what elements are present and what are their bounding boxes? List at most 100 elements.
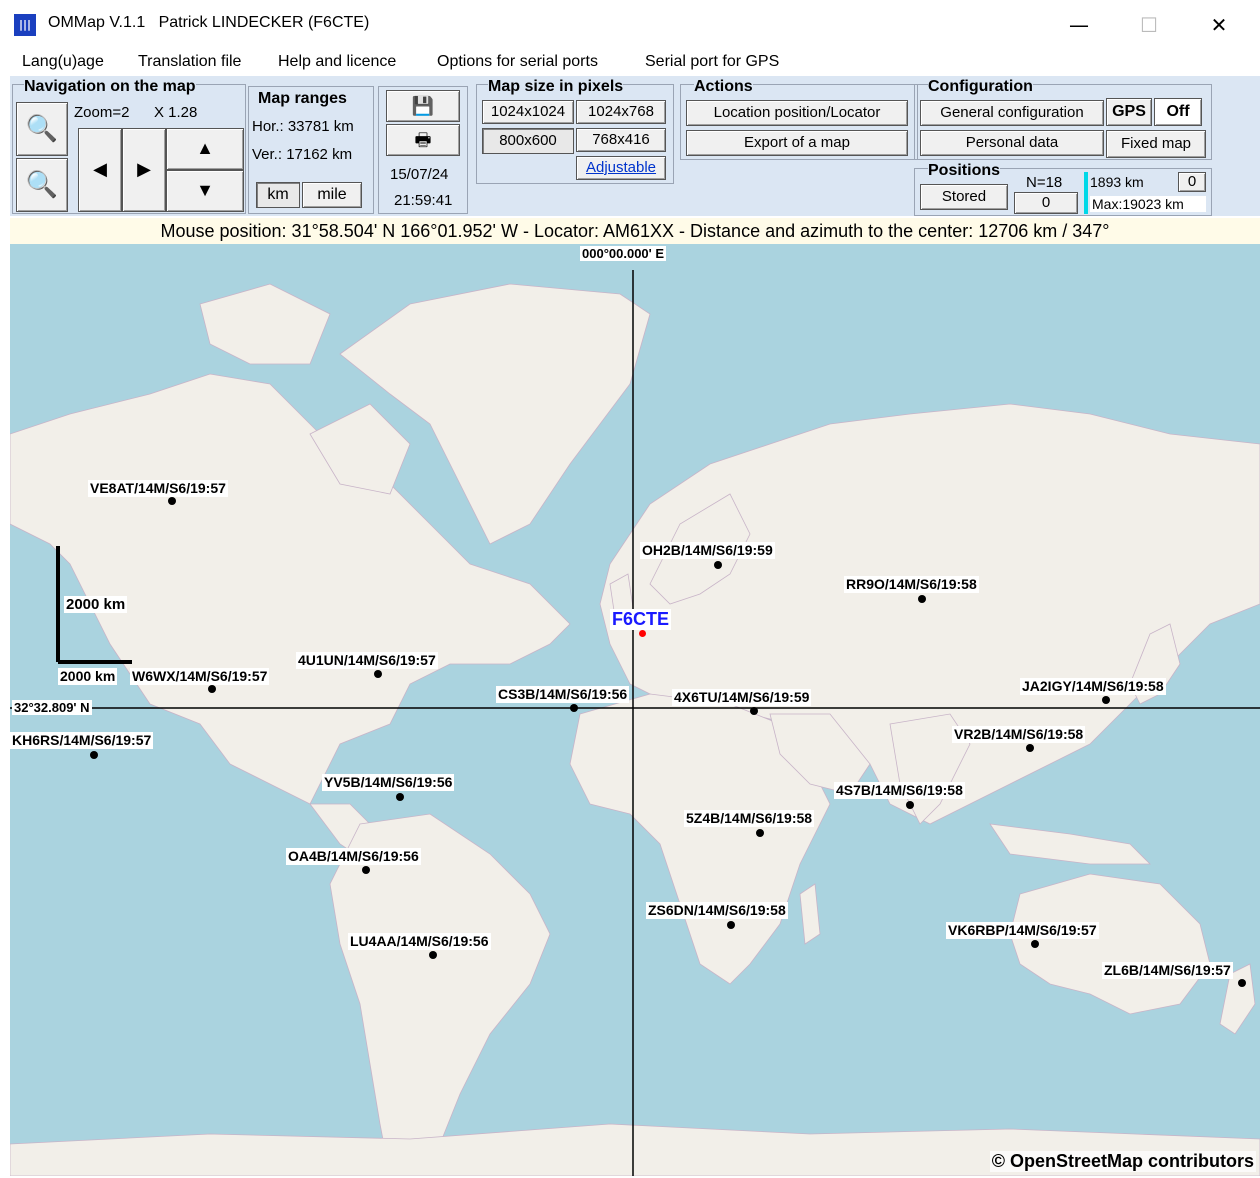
pan-left-button[interactable]: ◀	[78, 128, 122, 212]
app-icon: |||	[14, 14, 36, 36]
station-marker[interactable]	[714, 561, 722, 569]
station-marker[interactable]	[396, 793, 404, 801]
distance-zero-button[interactable]: 0	[1178, 172, 1206, 192]
station-label: 4X6TU/14M/S6/19:59	[672, 689, 812, 706]
print-icon: 🖶	[414, 130, 432, 150]
station-marker[interactable]	[1102, 696, 1110, 704]
station-marker[interactable]	[1238, 979, 1246, 987]
navigation-title: Navigation on the map	[24, 78, 196, 96]
station-marker[interactable]	[750, 707, 758, 715]
menu-serial-ports[interactable]: Options for serial ports	[437, 53, 598, 71]
world-map[interactable]: 000°00.000' E 32°32.809' N 2000 km 2000 …	[10, 244, 1260, 1176]
size-800x600-button[interactable]: 800x600	[482, 128, 574, 154]
window-title: OMMap V.1.1 Patrick LINDECKER (F6CTE)	[48, 14, 370, 31]
menu-help-licence[interactable]: Help and licence	[278, 53, 396, 71]
zoom-out-button[interactable]: 🔍	[16, 158, 68, 212]
pan-up-button[interactable]: ▲	[166, 128, 244, 170]
station-marker[interactable]	[90, 751, 98, 759]
station-marker[interactable]	[374, 670, 382, 678]
zoom-in-icon: 🔍	[25, 113, 59, 143]
actions-title: Actions	[694, 78, 753, 96]
personal-data-button[interactable]: Personal data	[920, 130, 1104, 156]
station-label: 4S7B/14M/S6/19:58	[834, 782, 965, 799]
positions-count: N=18	[1026, 174, 1063, 191]
export-map-button[interactable]: Export of a map	[686, 130, 908, 156]
land-indonesia	[989, 823, 1151, 865]
gps-button[interactable]: GPS	[1106, 98, 1152, 126]
maximize-button[interactable]: ☐	[1126, 8, 1172, 42]
station-label: ZL6B/14M/S6/19:57	[1102, 962, 1233, 979]
size-adjustable-button[interactable]: Adjustable	[576, 156, 666, 180]
station-label: W6WX/14M/S6/19:57	[130, 668, 270, 685]
station-label: RR9O/14M/S6/19:58	[844, 576, 979, 593]
close-button[interactable]: ✕	[1196, 8, 1242, 42]
station-label: JA2IGY/14M/S6/19:58	[1020, 678, 1166, 695]
map-attribution: © OpenStreetMap contributors	[989, 1151, 1256, 1172]
date-display: 15/07/24	[390, 166, 449, 183]
horizontal-scale-label: 2000 km	[58, 668, 118, 685]
station-marker[interactable]	[429, 951, 437, 959]
vertical-range: Ver.: 17162 km	[252, 146, 353, 163]
horizontal-range: Hor.: 33781 km	[252, 118, 354, 135]
meridian-label: 000°00.000' E	[580, 246, 667, 261]
location-locator-button[interactable]: Location position/Locator	[686, 100, 908, 126]
pan-down-button[interactable]: ▼	[166, 170, 244, 212]
station-label: YV5B/14M/S6/19:56	[322, 774, 455, 791]
title-bar: ||| OMMap V.1.1 Patrick LINDECKER (F6CTE…	[0, 0, 1260, 50]
land-australia	[1009, 873, 1211, 1015]
distance-color-bar	[1084, 172, 1088, 214]
minimize-button[interactable]: —	[1056, 8, 1102, 42]
station-marker[interactable]	[570, 704, 578, 712]
distance-value: 1893 km	[1090, 174, 1144, 190]
station-label: CS3B/14M/S6/19:56	[496, 686, 630, 703]
station-label: 5Z4B/14M/S6/19:58	[684, 810, 815, 827]
station-marker[interactable]	[918, 595, 926, 603]
unit-mile-button[interactable]: mile	[302, 182, 362, 208]
zoom-factor: X 1.28	[154, 104, 198, 121]
save-button[interactable]: 💾	[386, 90, 460, 122]
menu-language[interactable]: Lang(u)age	[22, 53, 104, 71]
home-station-marker	[639, 630, 646, 637]
zoom-level: Zoom=2	[74, 104, 130, 121]
ranges-title: Map ranges	[258, 90, 347, 108]
positions-reset-button[interactable]: 0	[1014, 192, 1078, 214]
toolbar: Navigation on the map 🔍 🔍 Zoom=2 X 1.28 …	[10, 76, 1260, 216]
land-madagascar	[799, 883, 821, 945]
station-label: 4U1UN/14M/S6/19:57	[296, 652, 438, 669]
station-label: OH2B/14M/S6/19:59	[640, 542, 775, 559]
zoom-in-button[interactable]: 🔍	[16, 102, 68, 156]
stored-positions-button[interactable]: Stored	[920, 184, 1008, 210]
map-canvas	[10, 270, 1260, 1176]
configuration-title: Configuration	[928, 78, 1033, 96]
station-label: LU4AA/14M/S6/19:56	[348, 933, 491, 950]
mapsize-title: Map size in pixels	[488, 78, 624, 96]
unit-km-button[interactable]: km	[256, 182, 300, 208]
size-1024x1024-button[interactable]: 1024x1024	[482, 100, 574, 124]
pan-right-button[interactable]: ▶	[122, 128, 166, 212]
size-768x416-button[interactable]: 768x416	[576, 128, 666, 152]
station-marker[interactable]	[727, 921, 735, 929]
station-marker[interactable]	[906, 801, 914, 809]
parallel-label: 32°32.809' N	[12, 700, 92, 715]
station-marker[interactable]	[168, 497, 176, 505]
general-configuration-button[interactable]: General configuration	[920, 100, 1104, 126]
print-button[interactable]: 🖶	[386, 124, 460, 156]
station-marker[interactable]	[1031, 940, 1039, 948]
max-distance: Max:19023 km	[1090, 196, 1206, 212]
vertical-scale-label: 2000 km	[64, 596, 128, 613]
menu-bar: Lang(u)age Translation file Help and lic…	[0, 50, 1260, 74]
menu-gps-port[interactable]: Serial port for GPS	[645, 53, 779, 71]
station-marker[interactable]	[756, 829, 764, 837]
land-arctic-islands	[199, 283, 331, 365]
station-label: KH6RS/14M/S6/19:57	[10, 732, 154, 749]
station-marker[interactable]	[362, 866, 370, 874]
station-marker[interactable]	[1026, 744, 1034, 752]
menu-translation-file[interactable]: Translation file	[138, 53, 241, 71]
size-1024x768-button[interactable]: 1024x768	[576, 100, 666, 124]
zoom-out-icon: 🔍	[25, 169, 59, 199]
station-label: VE8AT/14M/S6/19:57	[88, 480, 228, 497]
station-marker[interactable]	[208, 685, 216, 693]
positions-title: Positions	[928, 162, 1001, 180]
fixed-map-button[interactable]: Fixed map	[1106, 130, 1206, 158]
save-icon: 💾	[411, 96, 435, 116]
